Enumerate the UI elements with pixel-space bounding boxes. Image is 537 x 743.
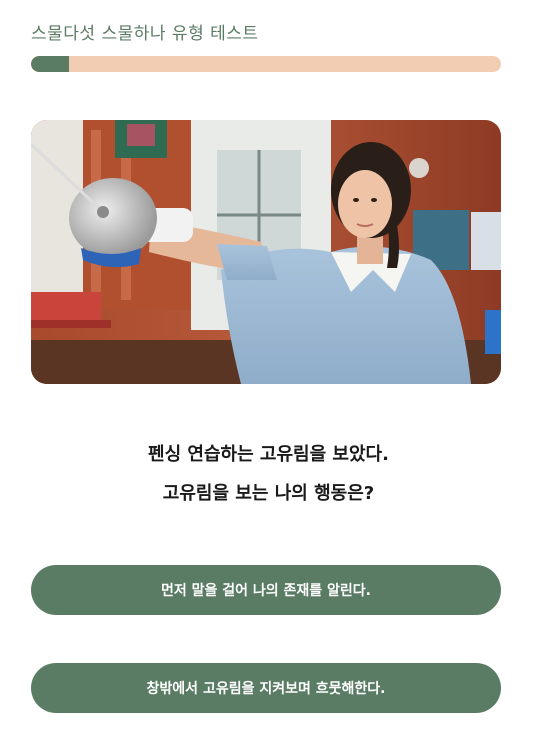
- question-line-2: 고유림을 보는 나의 행동은?: [162, 483, 375, 504]
- answer-option-1-button[interactable]: 먼저 말을 걸어 나의 존재를 알린다.: [31, 565, 501, 615]
- answer-option-2-button[interactable]: 창밖에서 고유림을 지켜보며 흐뭇해한다.: [31, 663, 501, 713]
- progress-bar: [31, 56, 501, 72]
- page-title: 스물다섯 스물하나 유형 테스트: [31, 24, 259, 44]
- question-image: [31, 120, 501, 384]
- progress-bar-fill: [31, 56, 69, 72]
- question-line-1: 펜싱 연습하는 고유림을 보았다.: [148, 444, 389, 465]
